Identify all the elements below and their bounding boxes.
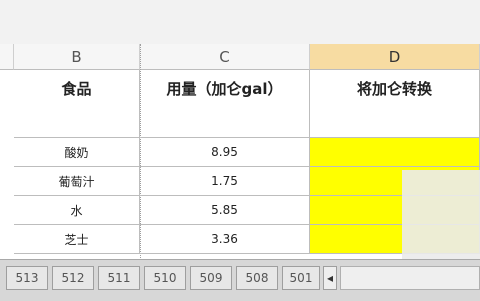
amount-text: 3.36 bbox=[211, 232, 238, 246]
sheet-tab-501[interactable]: 501 bbox=[282, 266, 320, 290]
food-text: 水 bbox=[70, 203, 83, 218]
sheet-tab-label: 510 bbox=[153, 271, 177, 285]
food-text: 葡萄汁 bbox=[58, 174, 95, 189]
column-d-label: D bbox=[388, 47, 401, 66]
sheet-tab-bar: 513 512 511 510 509 508 501 ◂ bbox=[0, 259, 480, 301]
food-cell[interactable]: 芝士 bbox=[14, 225, 140, 254]
column-header-c[interactable]: C bbox=[140, 44, 310, 70]
header-food-label: 食品 bbox=[61, 80, 92, 98]
sheet-tab-label: 513 bbox=[15, 271, 39, 285]
convert-cell[interactable] bbox=[310, 138, 480, 167]
food-text: 酸奶 bbox=[64, 145, 89, 160]
image-watermark-fade bbox=[402, 170, 480, 264]
header-cell-d[interactable]: 将加仑转换 bbox=[310, 70, 480, 138]
sheet-tab-label: 512 bbox=[61, 271, 85, 285]
sheet-tab-label: 509 bbox=[199, 271, 223, 285]
amount-text: 1.75 bbox=[211, 174, 238, 188]
amount-cell[interactable]: 8.95 bbox=[140, 138, 310, 167]
food-text: 芝士 bbox=[64, 232, 89, 247]
header-amount-label: 用量（加仑gal） bbox=[166, 80, 283, 98]
column-c-label: C bbox=[219, 47, 230, 66]
amount-text: 8.95 bbox=[211, 145, 238, 159]
column-b-label: B bbox=[71, 47, 82, 66]
corner-header bbox=[0, 44, 14, 70]
sheet-tab-511[interactable]: 511 bbox=[98, 266, 140, 290]
sheet-tab-513[interactable]: 513 bbox=[6, 266, 48, 290]
header-cell-c[interactable]: 用量（加仑gal） bbox=[140, 70, 310, 138]
top-toolbar-strip bbox=[0, 0, 480, 45]
sheet-tab-512[interactable]: 512 bbox=[52, 266, 94, 290]
sheet-tab-label: 511 bbox=[107, 271, 131, 285]
amount-cell[interactable]: 5.85 bbox=[140, 196, 310, 225]
food-cell[interactable]: 水 bbox=[14, 196, 140, 225]
amount-text: 5.85 bbox=[211, 203, 238, 217]
sheet-tab-508[interactable]: 508 bbox=[236, 266, 278, 290]
left-arrow-icon: ◂ bbox=[326, 271, 334, 285]
amount-cell[interactable]: 1.75 bbox=[140, 167, 310, 196]
header-cell-b[interactable]: 食品 bbox=[14, 70, 140, 138]
sheet-tab-509[interactable]: 509 bbox=[190, 266, 232, 290]
column-header-d[interactable]: D bbox=[310, 44, 480, 70]
spreadsheet-window: B C D 食品 用量（加仑gal） 将加仑转换 酸奶 8.95 葡萄汁 1.7… bbox=[0, 0, 480, 301]
horizontal-scrollbar[interactable] bbox=[340, 266, 480, 290]
amount-cell[interactable]: 3.36 bbox=[140, 225, 310, 254]
food-cell[interactable]: 酸奶 bbox=[14, 138, 140, 167]
sheet-tab-510[interactable]: 510 bbox=[144, 266, 186, 290]
header-convert-label: 将加仑转换 bbox=[356, 80, 432, 98]
scroll-left-button[interactable]: ◂ bbox=[323, 266, 337, 290]
sheet-tab-label: 508 bbox=[245, 271, 269, 285]
column-header-b[interactable]: B bbox=[14, 44, 140, 70]
food-cell[interactable]: 葡萄汁 bbox=[14, 167, 140, 196]
sheet-tab-label: 501 bbox=[289, 271, 313, 285]
